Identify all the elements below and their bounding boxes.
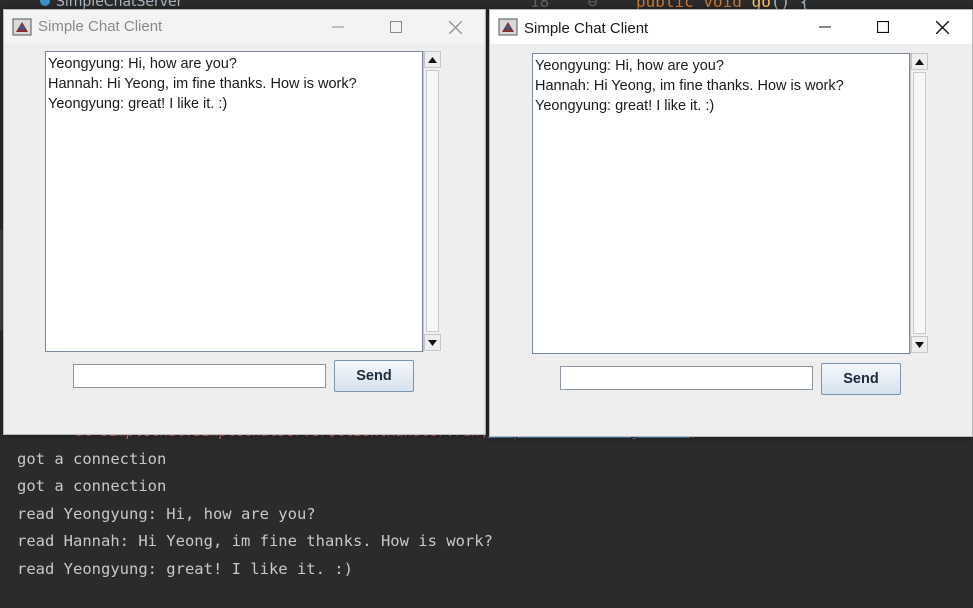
scroll-down-arrow-icon <box>915 341 924 348</box>
console-line: read Yeongyung: great! I like it. :) <box>17 560 353 578</box>
close-icon <box>448 20 462 34</box>
vertical-scrollbar[interactable] <box>910 53 929 354</box>
maximize-icon <box>390 21 402 33</box>
chat-message: Yeongyung: great! I like it. :) <box>535 98 715 114</box>
scroll-down-button[interactable] <box>424 334 441 351</box>
maximize-button[interactable] <box>367 10 425 44</box>
minimize-icon <box>819 26 831 28</box>
chat-messages-area[interactable]: Yeongyung: Hi, how are you? Hannah: Hi Y… <box>532 53 910 354</box>
chat-message: Hannah: Hi Yeong, im fine thanks. How is… <box>48 76 357 92</box>
window-title: Simple Chat Client <box>524 20 649 37</box>
java-app-icon <box>498 18 518 36</box>
send-button[interactable]: Send <box>821 363 901 395</box>
console-line: read Yeongyung: Hi, how are you? <box>17 505 316 523</box>
vertical-scrollbar[interactable] <box>423 51 442 352</box>
chat-message: Yeongyung: Hi, how are you? <box>48 56 237 72</box>
chat-message: Yeongyung: Hi, how are you? <box>535 58 724 74</box>
console-line: got a connection <box>17 477 167 495</box>
scroll-up-arrow-icon <box>428 56 437 63</box>
chat-client-window-1: Simple Chat Client Yeongyung: Hi, how ar… <box>3 9 486 435</box>
scroll-down-button[interactable] <box>911 336 928 353</box>
scrollbar-thumb[interactable] <box>913 72 926 334</box>
maximize-icon <box>877 21 889 33</box>
scrollbar-thumb[interactable] <box>426 70 439 332</box>
close-icon <box>935 20 949 34</box>
minimize-button[interactable] <box>796 10 854 44</box>
minimize-button[interactable] <box>309 10 367 44</box>
java-app-icon <box>12 18 32 36</box>
send-button[interactable]: Send <box>334 360 414 392</box>
console-line: got a connection <box>17 450 167 468</box>
chat-messages-area[interactable]: Yeongyung: Hi, how are you? Hannah: Hi Y… <box>45 51 423 352</box>
class-icon <box>40 0 50 6</box>
window-titlebar[interactable]: Simple Chat Client <box>490 10 972 44</box>
chat-message: Yeongyung: great! I like it. :) <box>48 96 228 112</box>
scroll-down-arrow-icon <box>428 339 437 346</box>
message-input[interactable] <box>73 364 326 388</box>
scroll-up-button[interactable] <box>424 51 441 68</box>
close-button[interactable] <box>426 10 484 44</box>
window-titlebar[interactable]: Simple Chat Client <box>4 10 485 44</box>
window-title: Simple Chat Client <box>38 18 163 35</box>
message-input[interactable] <box>560 366 813 390</box>
scroll-up-arrow-icon <box>915 58 924 65</box>
chat-text: Yeongyung: Hi, how are you? Hannah: Hi Y… <box>535 56 907 116</box>
close-button[interactable] <box>913 10 971 44</box>
chat-message: Hannah: Hi Yeong, im fine thanks. How is… <box>535 78 844 94</box>
minimize-icon <box>332 26 344 28</box>
scroll-up-button[interactable] <box>911 53 928 70</box>
console-line: read Hannah: Hi Yeong, im fine thanks. H… <box>17 532 493 550</box>
chat-client-window-2: Simple Chat Client Yeongyung: Hi, how ar… <box>489 9 973 437</box>
maximize-button[interactable] <box>854 10 912 44</box>
chat-text: Yeongyung: Hi, how are you? Hannah: Hi Y… <box>48 54 420 114</box>
